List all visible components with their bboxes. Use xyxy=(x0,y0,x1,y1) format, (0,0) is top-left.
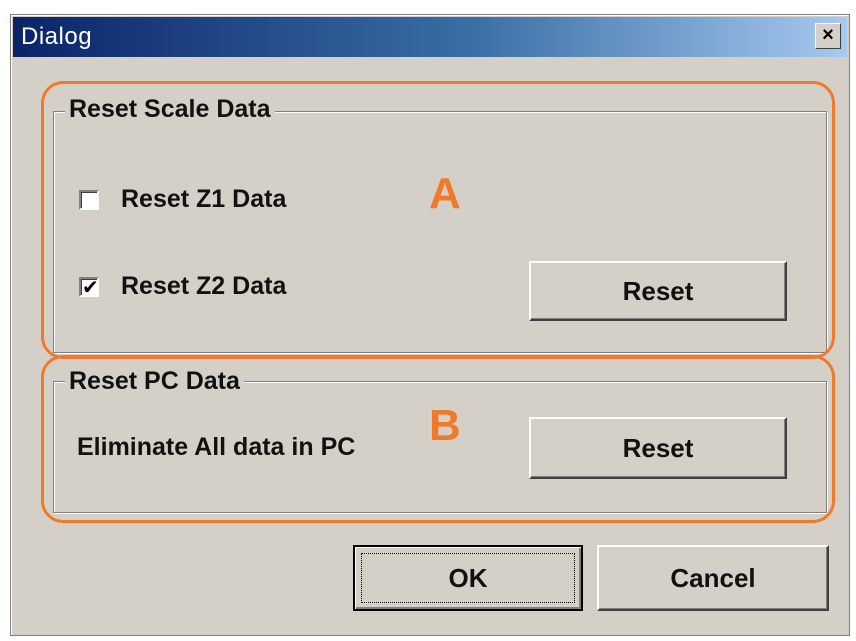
reset-pc-data-legend: Reset PC Data xyxy=(65,367,244,396)
close-button[interactable]: × xyxy=(815,23,841,49)
focus-ring xyxy=(361,553,575,603)
checkmark-icon: ✔ xyxy=(82,276,99,299)
reset-scale-button[interactable]: Reset xyxy=(529,261,787,321)
close-icon: × xyxy=(822,24,834,46)
reset-scale-data-legend: Reset Scale Data xyxy=(65,95,275,124)
reset-z2-row[interactable]: ✔ Reset Z2 Data xyxy=(79,272,286,301)
reset-pc-button[interactable]: Reset xyxy=(529,417,787,479)
cancel-button[interactable]: Cancel xyxy=(597,545,829,611)
eliminate-description: Eliminate All data in PC xyxy=(77,433,356,461)
dialog-window: Dialog × Reset Scale Data Reset Z1 Data … xyxy=(10,14,850,636)
reset-z1-label: Reset Z1 Data xyxy=(121,185,287,213)
marker-a: A xyxy=(429,169,461,218)
marker-b: B xyxy=(429,401,461,450)
window-title: Dialog xyxy=(21,23,93,50)
ok-button[interactable]: OK xyxy=(353,545,583,611)
reset-z1-row[interactable]: Reset Z1 Data xyxy=(79,185,286,214)
reset-z1-checkbox[interactable] xyxy=(79,189,99,210)
reset-z2-checkbox[interactable]: ✔ xyxy=(79,276,99,299)
reset-z2-label: Reset Z2 Data xyxy=(121,272,287,300)
title-bar[interactable]: Dialog × xyxy=(13,17,847,57)
